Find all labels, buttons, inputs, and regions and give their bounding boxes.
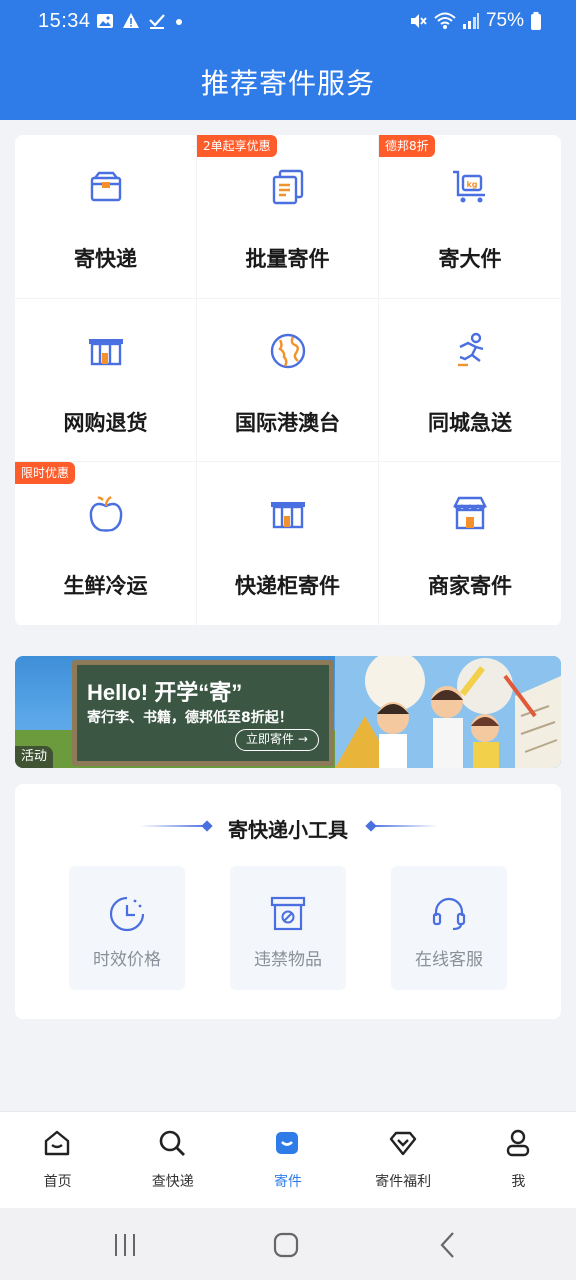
service-grid: 寄快递 2单起享优惠 批量寄件 德邦8折 kg 寄大件 网购退货 国际港澳台 同… xyxy=(15,135,561,626)
tool-label: 时效价格 xyxy=(93,950,161,970)
nav-label: 我 xyxy=(511,1174,526,1190)
nav-label: 寄件福利 xyxy=(375,1174,432,1190)
wifi-icon xyxy=(434,12,456,29)
locker-icon xyxy=(271,502,305,529)
service-label: 快递柜寄件 xyxy=(235,574,340,599)
battery-icon xyxy=(531,12,541,30)
service-large-item[interactable]: 德邦8折 kg 寄大件 xyxy=(379,135,561,299)
status-time: 15:34 xyxy=(38,10,91,32)
service-label: 同城急送 xyxy=(428,410,512,435)
shop-icon xyxy=(453,496,487,530)
recent-apps-icon[interactable] xyxy=(110,1230,140,1260)
service-online-return[interactable]: 网购退货 xyxy=(15,298,197,463)
cart-kg-icon: kg xyxy=(453,170,485,203)
box-icon xyxy=(90,171,122,202)
nav-label: 查快递 xyxy=(151,1174,194,1190)
service-label: 寄快递 xyxy=(74,247,137,271)
nav-track[interactable]: 查快递 xyxy=(115,1112,230,1208)
documents-icon xyxy=(272,169,304,205)
service-same-city[interactable]: 同城急送 xyxy=(379,299,561,463)
image-icon xyxy=(97,14,113,28)
chalkboard: Hello! 开学“寄” 寄行李、书籍，德邦低至8折起！ 立即寄件 → xyxy=(72,660,334,766)
locker-icon xyxy=(89,338,123,365)
service-international[interactable]: 国际港澳台 xyxy=(197,298,379,463)
tool-label: 违禁物品 xyxy=(254,950,322,970)
app-header: 15:34 75% 推荐寄件服务 xyxy=(0,0,576,120)
check-icon xyxy=(149,14,165,29)
headset-icon xyxy=(432,897,466,931)
tool-delivery-time-price[interactable]: 时效价格 xyxy=(69,866,185,990)
user-icon xyxy=(506,1129,529,1157)
service-label: 生鲜冷运 xyxy=(63,574,148,599)
battery-percent: 75% xyxy=(485,10,524,31)
nav-home[interactable]: 首页 xyxy=(0,1112,115,1208)
service-merchant-send[interactable]: 商家寄件 xyxy=(379,462,561,626)
service-label: 批量寄件 xyxy=(245,247,330,271)
home-button-icon[interactable] xyxy=(271,1230,301,1260)
service-batch-send[interactable]: 2单起享优惠 批量寄件 xyxy=(197,135,379,299)
system-nav-bar xyxy=(0,1208,576,1280)
service-fresh-cold[interactable]: 限时优惠 生鲜冷运 xyxy=(15,462,197,626)
nav-me[interactable]: 我 xyxy=(461,1112,576,1208)
runner-icon xyxy=(458,332,484,366)
signal-icon xyxy=(462,13,479,29)
svg-text:kg: kg xyxy=(466,180,477,189)
promo-badge: 限时优惠 xyxy=(15,462,76,485)
banner-subline: 寄行李、书籍，德邦低至8折起！ xyxy=(87,710,293,726)
gift-icon xyxy=(389,1131,416,1156)
nav-label: 寄件 xyxy=(273,1174,302,1190)
service-label: 国际港澳台 xyxy=(235,410,340,435)
tool-prohibited-items[interactable]: 违禁物品 xyxy=(230,866,346,990)
students-illustration xyxy=(335,656,561,768)
nav-send[interactable]: 寄件 xyxy=(230,1112,345,1208)
globe-icon xyxy=(270,333,306,368)
prohibited-box-icon xyxy=(270,896,306,931)
home-icon xyxy=(44,1130,70,1156)
title-line-right xyxy=(370,825,438,827)
banner-headline: Hello! 开学“寄” xyxy=(87,680,243,705)
send-icon xyxy=(276,1132,299,1154)
tool-online-service[interactable]: 在线客服 xyxy=(391,866,507,990)
promo-badge: 德邦8折 xyxy=(379,135,435,157)
page-title: 推荐寄件服务 xyxy=(200,67,375,100)
tools-card: 寄快递小工具 时效价格 违禁物品 在线客服 xyxy=(15,784,561,1019)
service-send-express[interactable]: 寄快递 xyxy=(15,135,197,299)
banner-tag: 活动 xyxy=(15,746,54,768)
service-locker-send[interactable]: 快递柜寄件 xyxy=(197,462,379,626)
notification-icons xyxy=(96,12,184,30)
mute-icon xyxy=(410,14,427,28)
system-icons: 75% xyxy=(408,10,542,32)
promo-badge: 2单起享优惠 xyxy=(197,135,277,157)
dot-icon xyxy=(176,19,182,25)
service-label: 寄大件 xyxy=(438,247,502,271)
nav-label: 首页 xyxy=(43,1174,72,1190)
tool-label: 在线客服 xyxy=(415,950,483,970)
search-icon xyxy=(159,1130,186,1156)
tools-title: 寄快递小工具 xyxy=(228,818,348,842)
bottom-nav: 首页 查快递 寄件 寄件福利 我 xyxy=(0,1111,576,1208)
promo-banner[interactable]: Hello! 开学“寄” 寄行李、书籍，德邦低至8折起！ 立即寄件 → 活动 xyxy=(15,656,561,768)
nav-benefits[interactable]: 寄件福利 xyxy=(346,1112,461,1208)
apple-icon xyxy=(89,496,123,532)
status-bar: 15:34 75% xyxy=(0,0,576,46)
banner-send-button[interactable]: 立即寄件 → xyxy=(235,729,319,751)
service-label: 商家寄件 xyxy=(428,574,512,599)
warning-icon xyxy=(123,13,139,28)
clock-icon xyxy=(109,896,145,932)
back-icon[interactable] xyxy=(433,1230,463,1260)
service-label: 网购退货 xyxy=(63,410,148,435)
